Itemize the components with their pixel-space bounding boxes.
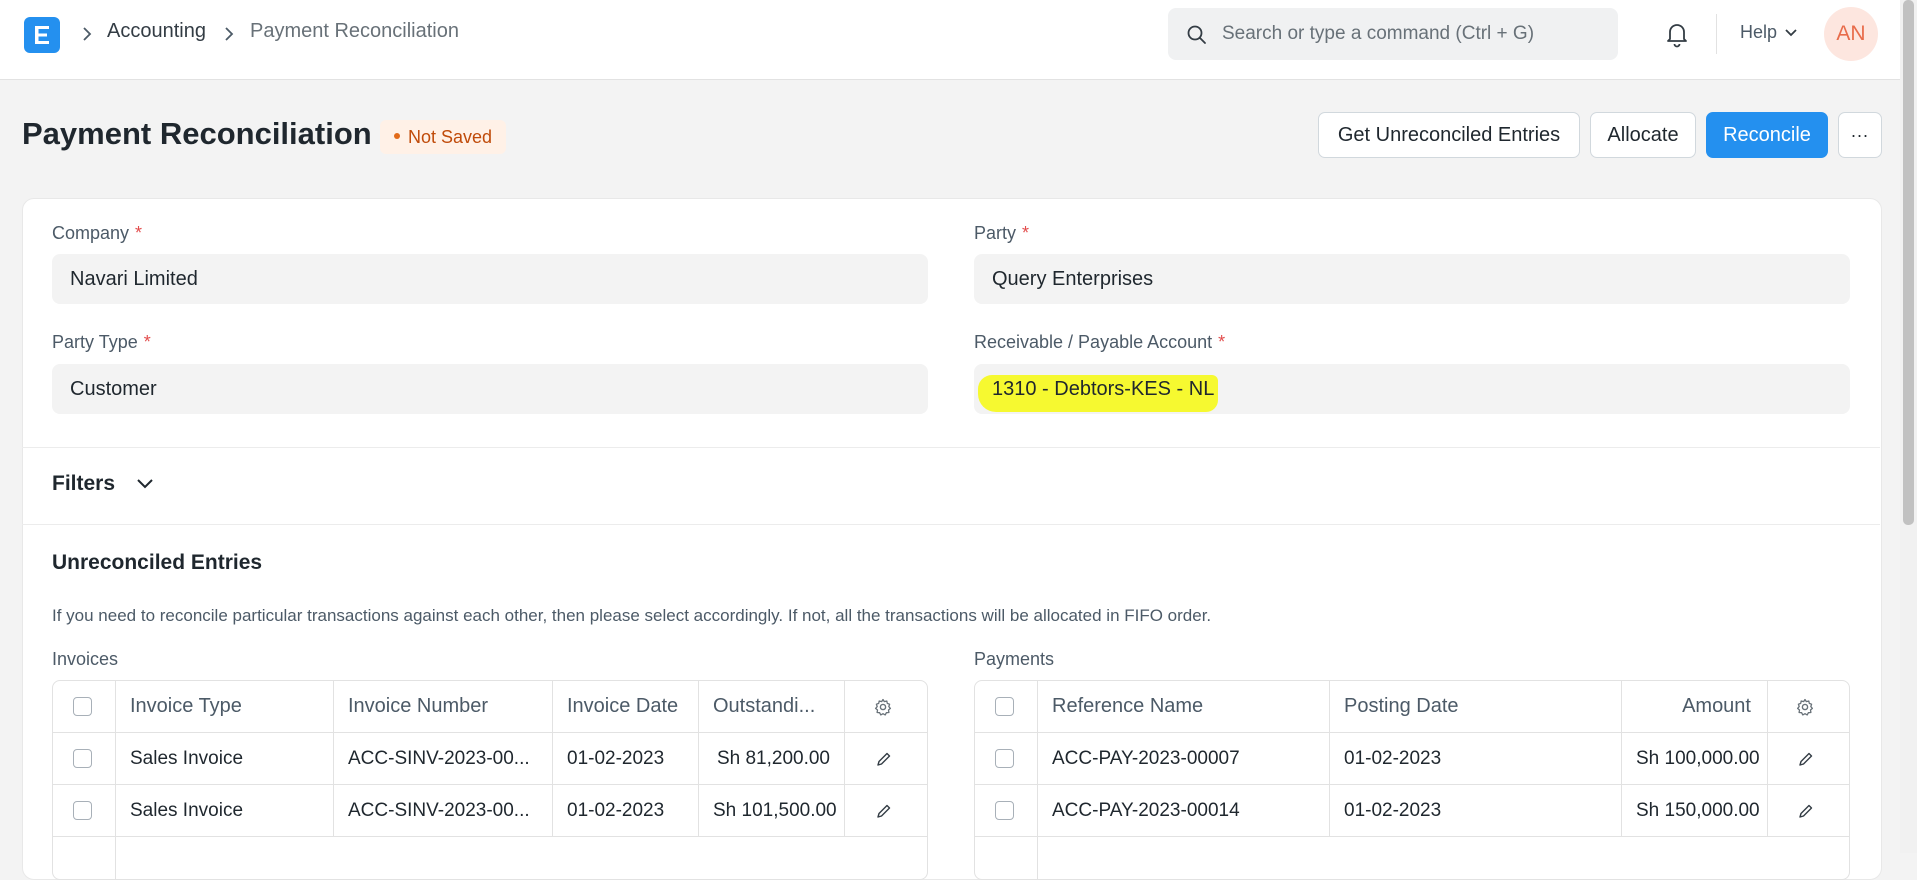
invoice-type-cell[interactable]: Sales Invoice [116, 733, 334, 784]
filters-toggle[interactable]: Filters [52, 472, 115, 496]
navbar: Accounting Payment Reconciliation Search… [0, 0, 1900, 80]
invoice-date-cell[interactable]: 01-02-2023 [553, 785, 699, 836]
row-select-cell [53, 733, 116, 784]
account-label: Receivable / Payable Account * [974, 332, 1226, 352]
status-dot-icon [394, 133, 400, 140]
select-all-cell [53, 681, 116, 732]
table-row[interactable]: ACC-PAY-2023-00014 01-02-2023 Sh 150,000… [975, 785, 1849, 837]
row-select-cell [53, 785, 116, 836]
company-label: Company * [52, 223, 143, 243]
invoice-date-cell[interactable]: 01-02-2023 [553, 733, 699, 784]
column-header[interactable]: Outstandi... [699, 681, 845, 732]
section-divider [22, 447, 1880, 448]
table-row[interactable]: Sales Invoice ACC-SINV-2023-00... 01-02-… [53, 785, 927, 837]
settings-cell [845, 681, 927, 732]
unreconciled-entries-title: Unreconciled Entries [52, 551, 263, 574]
gear-icon[interactable] [1796, 698, 1814, 716]
chevron-down-icon[interactable] [1784, 28, 1798, 38]
row-select-cell [53, 837, 116, 879]
reconcile-help-text: If you need to reconcile particular tran… [52, 606, 1212, 625]
table-row[interactable]: Sales Invoice ACC-SINV-2023-00... 01-02-… [53, 733, 927, 785]
party-type-label: Party Type * [52, 332, 151, 352]
invoices-label: Invoices [52, 649, 119, 669]
avatar[interactable]: AN [1824, 7, 1878, 61]
status-badge-label: Not Saved [408, 127, 493, 147]
table-row [975, 837, 1849, 879]
allocate-button[interactable]: Allocate [1590, 112, 1696, 158]
navbar-divider [1716, 14, 1717, 54]
scrollbar-thumb[interactable] [1903, 0, 1914, 525]
page-scrollbar[interactable] [1900, 0, 1917, 853]
table-row [53, 837, 927, 879]
app-logo[interactable] [24, 17, 60, 53]
column-header[interactable]: Invoice Type [116, 681, 334, 732]
search-placeholder: Search or type a command (Ctrl + G) [1222, 23, 1535, 44]
amount-cell[interactable]: Sh 100,000.00 [1622, 733, 1768, 784]
posting-date-cell[interactable]: 01-02-2023 [1330, 733, 1622, 784]
table-header-row: Reference Name Posting Date Amount [975, 681, 1849, 733]
chevron-right-icon [225, 27, 234, 41]
posting-date-cell[interactable]: 01-02-2023 [1330, 785, 1622, 836]
select-all-cell [975, 681, 1038, 732]
status-badge: Not Saved [380, 120, 507, 154]
edit-cell [1768, 785, 1849, 836]
edit-icon[interactable] [876, 803, 892, 819]
help-menu[interactable]: Help [1740, 22, 1777, 43]
edit-cell [845, 785, 927, 836]
edit-icon[interactable] [876, 751, 892, 767]
edit-cell [845, 733, 927, 784]
reference-name-cell[interactable]: ACC-PAY-2023-00014 [1038, 785, 1330, 836]
amount-cell[interactable]: Sh 150,000.00 [1622, 785, 1768, 836]
settings-cell [1768, 681, 1849, 732]
chevron-down-icon[interactable] [136, 478, 154, 490]
column-header[interactable]: Invoice Date [553, 681, 699, 732]
page-title: Payment Reconciliation [22, 116, 372, 151]
column-header[interactable]: Reference Name [1038, 681, 1330, 732]
more-actions-button[interactable]: ... [1838, 112, 1882, 158]
breadcrumb-accounting[interactable]: Accounting [107, 20, 206, 43]
row-select-cell [975, 785, 1038, 836]
section-divider [22, 524, 1880, 525]
gear-icon[interactable] [874, 698, 892, 716]
more-icon: ... [1850, 121, 1869, 141]
account-field[interactable]: 1310 - Debtors-KES - NL [974, 364, 1850, 414]
search-bar[interactable]: Search or type a command (Ctrl + G) [1168, 8, 1618, 60]
breadcrumb-payment-reconciliation[interactable]: Payment Reconciliation [250, 20, 459, 43]
payments-table: Reference Name Posting Date Amount ACC-P… [974, 680, 1850, 880]
search-icon [1187, 25, 1206, 44]
invoice-number-cell[interactable]: ACC-SINV-2023-00... [334, 785, 553, 836]
outstanding-cell[interactable]: Sh 81,200.00 [699, 733, 845, 784]
row-select-cell [975, 837, 1038, 879]
column-header[interactable]: Invoice Number [334, 681, 553, 732]
edit-icon[interactable] [1798, 751, 1814, 767]
column-header[interactable]: Amount [1622, 681, 1768, 732]
invoice-type-cell[interactable]: Sales Invoice [116, 785, 334, 836]
payments-label: Payments [974, 649, 1055, 669]
invoices-table: Invoice Type Invoice Number Invoice Date… [52, 680, 928, 880]
bell-icon[interactable] [1664, 20, 1690, 48]
edit-icon[interactable] [1798, 803, 1814, 819]
select-all-checkbox[interactable] [995, 697, 1014, 716]
table-row[interactable]: ACC-PAY-2023-00007 01-02-2023 Sh 100,000… [975, 733, 1849, 785]
chevron-right-icon [83, 27, 92, 41]
edit-cell [1768, 733, 1849, 784]
row-checkbox[interactable] [73, 801, 92, 820]
get-unreconciled-entries-button[interactable]: Get Unreconciled Entries [1318, 112, 1580, 158]
outstanding-cell[interactable]: Sh 101,500.00 [699, 785, 845, 836]
party-field[interactable]: Query Enterprises [974, 254, 1850, 304]
row-select-cell [975, 733, 1038, 784]
row-checkbox[interactable] [73, 749, 92, 768]
party-label: Party * [974, 223, 1030, 243]
row-checkbox[interactable] [995, 801, 1014, 820]
row-checkbox[interactable] [995, 749, 1014, 768]
invoice-number-cell[interactable]: ACC-SINV-2023-00... [334, 733, 553, 784]
table-header-row: Invoice Type Invoice Number Invoice Date… [53, 681, 927, 733]
reference-name-cell[interactable]: ACC-PAY-2023-00007 [1038, 733, 1330, 784]
reconcile-button[interactable]: Reconcile [1706, 112, 1828, 158]
column-header[interactable]: Posting Date [1330, 681, 1622, 732]
company-field[interactable]: Navari Limited [52, 254, 928, 304]
party-type-field[interactable]: Customer [52, 364, 928, 414]
select-all-checkbox[interactable] [73, 697, 92, 716]
